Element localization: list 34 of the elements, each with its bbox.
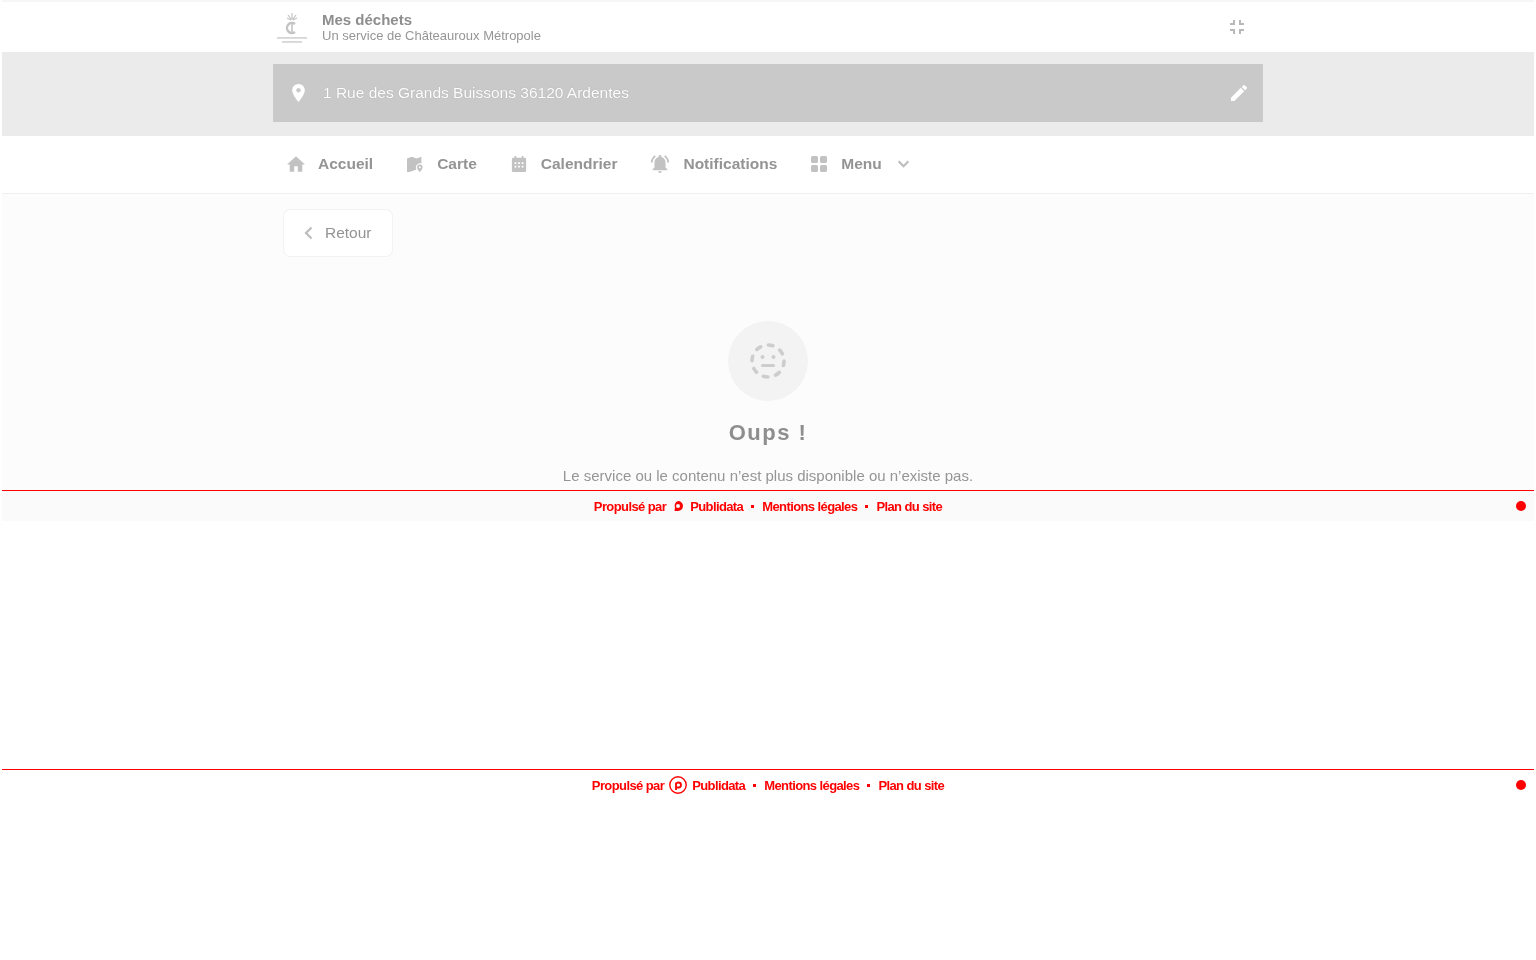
nav-tab[interactable]: Notifications	[650, 150, 778, 179]
blob-logo-icon	[673, 501, 684, 511]
nav-tab[interactable]: Carte	[406, 150, 477, 179]
dot-icon	[1516, 501, 1526, 511]
ring-logo-icon	[669, 776, 688, 794]
error-message: Le service ou le contenu n’est plus disponible ou n’existe pas.	[562, 466, 974, 486]
brand-link[interactable]: Publidata	[692, 777, 746, 793]
powered-by-text: Propulsé par	[593, 498, 667, 514]
error-title: Oups !	[728, 419, 808, 447]
footer-link[interactable]: Plan du site	[876, 498, 943, 514]
footer-link[interactable]: Plan du site	[878, 777, 945, 793]
collapse-button[interactable]	[1228, 18, 1246, 36]
footer-link[interactable]: Mentions légales	[762, 498, 858, 514]
brand-link[interactable]: Publidata	[690, 498, 744, 514]
chevron-left-icon	[304, 226, 313, 240]
map-pin-icon	[406, 155, 425, 172]
site-subtitle: Un service de Châteauroux Métropole	[322, 27, 542, 44]
home-icon	[287, 155, 305, 172]
back-button[interactable]: Retour	[284, 210, 392, 256]
menu-dropdown[interactable]: Menu	[810, 150, 910, 179]
bell-icon	[650, 154, 671, 173]
calendar-icon	[509, 155, 528, 172]
pencil-icon[interactable]	[1231, 85, 1247, 101]
nav-tab[interactable]: Calendrier	[509, 150, 618, 179]
dashed-face-icon	[728, 321, 808, 401]
location-pin-icon	[292, 84, 305, 102]
grid-icon	[810, 155, 829, 172]
collapse-icon	[1230, 20, 1244, 34]
logo-icon	[277, 12, 307, 44]
site-title: Mes déchets	[322, 10, 414, 28]
footer-link[interactable]: Mentions légales	[764, 777, 860, 793]
powered-by-text: Propulsé par	[591, 777, 665, 793]
dot-icon	[1516, 780, 1526, 790]
nav-tab[interactable]: Accueil	[287, 150, 374, 179]
